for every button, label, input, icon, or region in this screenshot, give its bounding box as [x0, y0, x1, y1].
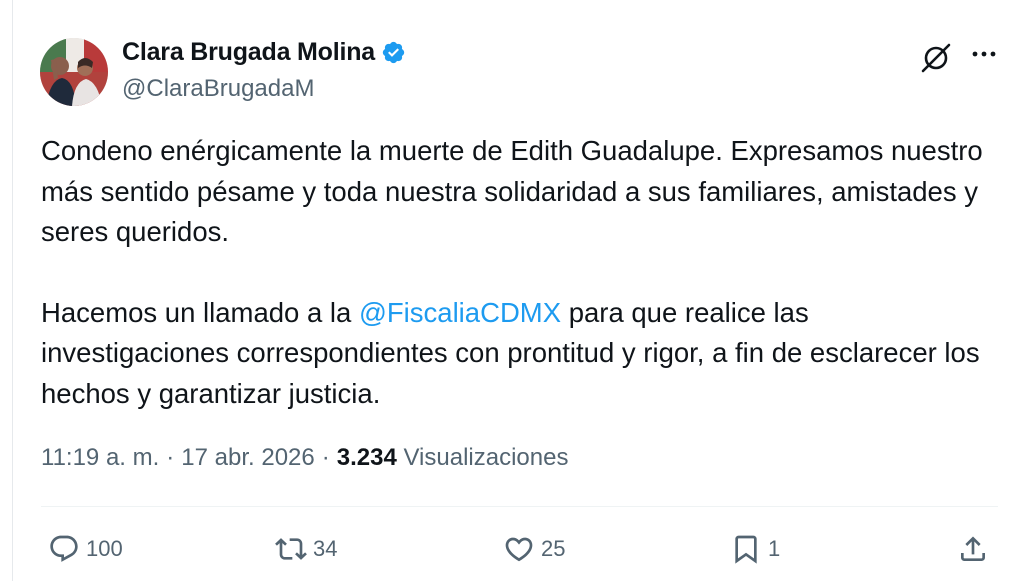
- author-name[interactable]: Clara Brugada Molina: [122, 38, 375, 67]
- author-handle[interactable]: @ClaraBrugadaM: [122, 75, 314, 103]
- repost-count: 34: [313, 536, 338, 561]
- avatar[interactable]: [40, 38, 108, 106]
- share-icon: [961, 536, 985, 561]
- tweet: Clara Brugada Molina @ClaraBrugadaM Cond…: [0, 0, 1024, 581]
- views-count: 3.234: [336, 444, 397, 471]
- heart-icon: [505, 537, 533, 562]
- reply-count: 100: [86, 536, 123, 561]
- tweet-time[interactable]: 11:19 a. m.: [41, 444, 159, 472]
- tweet-paragraph-2: Hacemos un llamado a la @FiscaliaCDMX pa…: [41, 293, 1001, 415]
- like-count: 25: [541, 536, 566, 561]
- grok-icon: [921, 43, 951, 73]
- meta-separator: ·: [166, 444, 175, 471]
- author-name-row: Clara Brugada Molina: [122, 38, 406, 67]
- divider: [41, 506, 998, 507]
- mention-link[interactable]: @FiscaliaCDMX: [359, 297, 561, 328]
- bookmark-count: 1: [768, 536, 781, 561]
- grok-button[interactable]: [918, 40, 954, 76]
- tweet-text: Condeno enérgicamente la muerte de Edith…: [41, 131, 1001, 414]
- meta-separator: ·: [321, 444, 330, 471]
- bookmark-icon: [735, 535, 757, 564]
- views-label: Visualizaciones: [403, 444, 569, 471]
- more-button[interactable]: [966, 40, 1002, 76]
- reply-icon: [50, 535, 78, 562]
- repost-button[interactable]: 34: [275, 530, 337, 568]
- tweet-paragraph-2-start: Hacemos un llamado a la: [41, 296, 359, 328]
- tweet-date[interactable]: 17 abr. 2026: [181, 444, 314, 472]
- verified-badge-icon: [381, 40, 406, 65]
- tweet-paragraph-1: Condeno enérgicamente la muerte de Edith…: [41, 135, 983, 247]
- tweet-meta: 11:19 a. m. · 17 abr. 2026 · 3.234 Visua…: [41, 444, 568, 472]
- repost-icon: [275, 538, 307, 560]
- avatar-image: [40, 38, 108, 106]
- more-icon: [972, 51, 996, 57]
- share-button[interactable]: [957, 530, 989, 568]
- reply-button[interactable]: 100: [48, 530, 123, 568]
- like-button[interactable]: 25: [503, 530, 565, 568]
- bookmark-button[interactable]: 1: [730, 530, 780, 568]
